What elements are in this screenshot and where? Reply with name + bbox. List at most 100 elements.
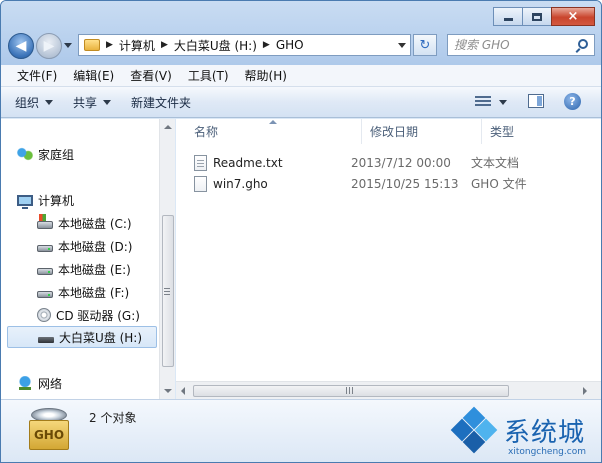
file-icon — [194, 175, 207, 192]
scroll-up-icon[interactable] — [164, 125, 172, 129]
refresh-button[interactable]: ↻ — [413, 34, 437, 56]
menu-file[interactable]: 文件(F) — [9, 67, 65, 84]
search-box[interactable] — [447, 34, 595, 56]
horizontal-scrollbar[interactable] — [176, 381, 601, 399]
preview-pane-icon[interactable] — [528, 94, 544, 108]
file-type: GHO 文件 — [471, 177, 527, 191]
file-row-readme[interactable]: Readme.txt 2013/7/12 00:00 文本文档 — [194, 152, 584, 173]
column-header-name[interactable]: 名称 — [176, 119, 362, 144]
maximize-button[interactable] — [522, 7, 552, 26]
computer-icon — [17, 194, 33, 209]
breadcrumb-gho[interactable]: GHO — [276, 38, 304, 52]
file-date: 2013/7/12 00:00 — [351, 155, 451, 170]
organize-button[interactable]: 组织 — [15, 94, 54, 111]
address-dropdown-icon[interactable] — [398, 43, 406, 48]
title-bar: × ◀ ▶ ▶ 计算机 ▶ 大白菜U盘 (H:) ▶ GHO ↻ — [1, 1, 601, 65]
sidebar-item-drive-f[interactable]: 本地磁盘 (F:) — [1, 281, 157, 303]
file-name: win7.gho — [213, 176, 268, 191]
explorer-window: × ◀ ▶ ▶ 计算机 ▶ 大白菜U盘 (H:) ▶ GHO ↻ 文件(F) 编… — [0, 0, 602, 463]
share-label: 共享 — [73, 95, 98, 110]
help-icon[interactable]: ? — [564, 93, 581, 110]
folder-icon — [84, 39, 100, 51]
text-file-icon — [194, 154, 207, 171]
navigation-pane: 家庭组 计算机 本地磁盘 (C:) 本地磁盘 (D:) 本地磁盘 (E:) 本地… — [1, 119, 175, 399]
sidebar-item-network[interactable]: 网络 — [1, 372, 157, 394]
column-header-type[interactable]: 类型 — [482, 119, 601, 144]
sidebar-item-drive-c[interactable]: 本地磁盘 (C:) — [1, 212, 157, 234]
sidebar-item-usb-drive[interactable]: 大白菜U盘 (H:) — [7, 326, 157, 348]
sidebar-item-computer[interactable]: 计算机 — [1, 189, 157, 211]
menu-bar: 文件(F) 编辑(E) 查看(V) 工具(T) 帮助(H) — [1, 65, 601, 87]
forward-button[interactable]: ▶ — [36, 33, 62, 59]
view-options-icon[interactable] — [475, 96, 491, 108]
chevron-right-icon[interactable]: ▶ — [263, 40, 270, 50]
view-dropdown-icon[interactable] — [499, 100, 507, 105]
recent-pages-dropdown[interactable] — [64, 43, 72, 48]
sidebar-item-drive-d[interactable]: 本地磁盘 (D:) — [1, 235, 157, 257]
sidebar-item-label: 本地磁盘 (E:) — [58, 262, 131, 277]
new-folder-label: 新建文件夹 — [131, 95, 192, 110]
refresh-icon: ↻ — [419, 37, 431, 53]
sort-ascending-icon — [269, 120, 277, 124]
sidebar-item-label: 本地磁盘 (F:) — [58, 285, 130, 300]
sidebar-item-label: 本地磁盘 (D:) — [58, 239, 133, 254]
watermark-logo-icon — [448, 406, 500, 458]
new-folder-button[interactable]: 新建文件夹 — [131, 94, 191, 111]
watermark: 系统城 xitongcheng.com — [448, 406, 598, 462]
address-bar[interactable]: ▶ 计算机 ▶ 大白菜U盘 (H:) ▶ GHO — [78, 34, 411, 56]
item-count: 2 个对象 — [89, 411, 137, 425]
cd-drive-icon — [37, 308, 51, 322]
search-icon[interactable] — [578, 39, 588, 49]
file-date: 2015/10/25 15:13 — [351, 176, 459, 191]
network-icon — [17, 376, 33, 390]
caption-buttons: × — [493, 7, 595, 26]
breadcrumb-computer[interactable]: 计算机 — [119, 37, 155, 54]
file-list-pane: 名称 修改日期 类型 Readme.txt 2013/7/12 00:00 文本… — [176, 119, 601, 399]
grip-icon — [346, 387, 354, 394]
sidebar-item-label: 家庭组 — [38, 147, 75, 162]
usb-drive-icon — [38, 337, 54, 343]
gho-icon-label: GHO — [29, 420, 69, 450]
share-button[interactable]: 共享 — [73, 94, 112, 111]
sidebar-item-label: CD 驱动器 (G:) — [56, 308, 140, 323]
scroll-right-icon[interactable] — [583, 387, 587, 395]
sidebar-item-homegroup[interactable]: 家庭组 — [1, 143, 157, 165]
chevron-right-icon[interactable]: ▶ — [161, 40, 168, 50]
gho-folder-icon: GHO — [29, 408, 69, 454]
column-name-label: 名称 — [194, 125, 219, 139]
menu-help[interactable]: 帮助(H) — [237, 67, 295, 84]
close-button[interactable]: × — [551, 7, 595, 26]
column-header-date[interactable]: 修改日期 — [362, 119, 482, 144]
menu-view[interactable]: 查看(V) — [122, 67, 180, 84]
menu-edit[interactable]: 编辑(E) — [65, 67, 122, 84]
back-button[interactable]: ◀ — [8, 33, 34, 59]
file-row-win7-gho[interactable]: win7.gho 2015/10/25 15:13 GHO 文件 — [194, 173, 584, 194]
column-date-label: 修改日期 — [370, 125, 419, 139]
system-drive-icon — [37, 214, 53, 229]
hard-drive-icon — [37, 291, 53, 298]
scroll-down-icon[interactable] — [164, 389, 172, 393]
sidebar-item-label: 计算机 — [38, 193, 75, 208]
column-headers: 名称 修改日期 类型 — [176, 119, 601, 144]
minimize-button[interactable] — [493, 7, 523, 26]
chevron-down-icon — [45, 99, 54, 105]
grip-icon — [164, 288, 170, 297]
sidebar-item-cd-drive[interactable]: CD 驱动器 (G:) — [1, 304, 157, 326]
menu-tools[interactable]: 工具(T) — [180, 67, 237, 84]
column-type-label: 类型 — [490, 125, 515, 139]
chevron-right-icon[interactable]: ▶ — [106, 40, 113, 50]
watermark-title: 系统城 — [504, 418, 586, 448]
sidebar-item-drive-e[interactable]: 本地磁盘 (E:) — [1, 258, 157, 280]
minimize-icon — [503, 18, 513, 21]
file-type: 文本文档 — [471, 156, 520, 170]
forward-arrow-icon: ▶ — [43, 38, 55, 54]
maximize-icon — [532, 12, 542, 21]
back-arrow-icon: ◀ — [15, 38, 27, 54]
sidebar-item-label: 本地磁盘 (C:) — [58, 216, 132, 231]
hard-drive-icon — [37, 245, 53, 252]
sidebar-item-label: 大白菜U盘 (H:) — [59, 330, 143, 345]
scroll-left-icon[interactable] — [181, 387, 185, 395]
navigation-scrollbar[interactable] — [159, 119, 175, 399]
search-input[interactable] — [448, 35, 568, 55]
breadcrumb-usb-drive[interactable]: 大白菜U盘 (H:) — [174, 37, 257, 54]
